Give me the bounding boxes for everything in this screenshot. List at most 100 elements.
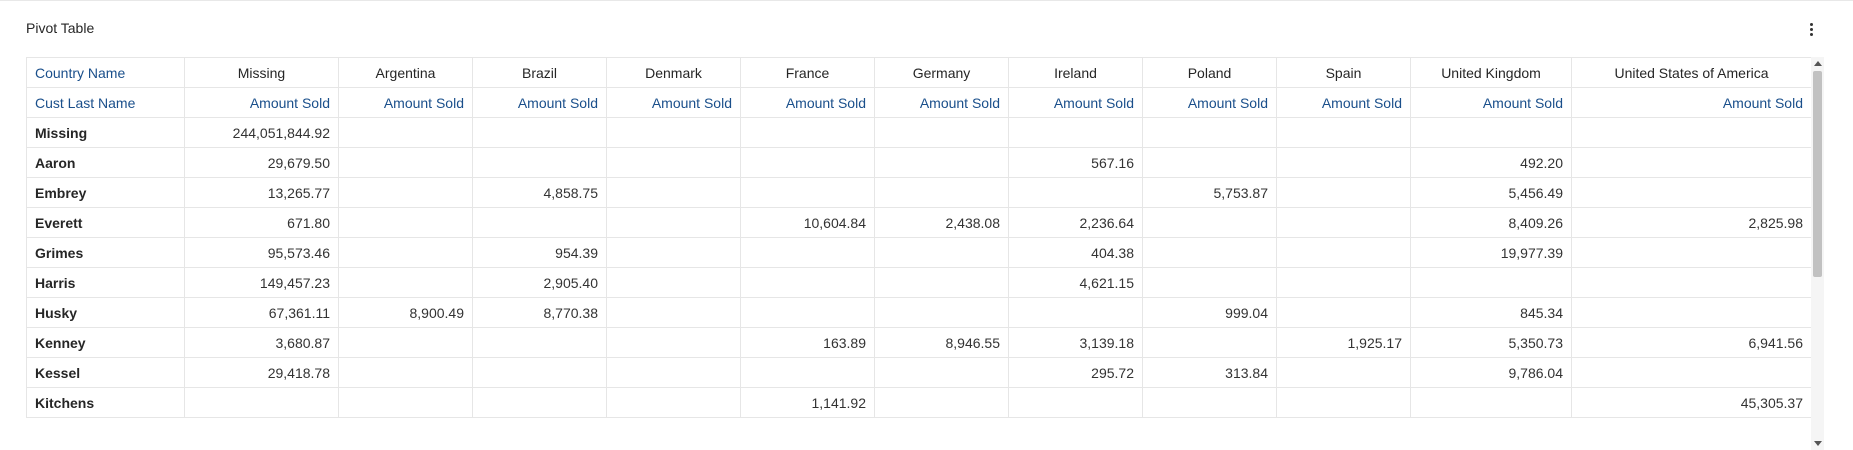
row-header[interactable]: Harris [26, 267, 185, 298]
pivot-table-viewport[interactable]: Country Name Missing Argentina Brazil Denma… [26, 57, 1811, 450]
country-header[interactable]: Denmark [606, 57, 741, 88]
value-cell[interactable] [740, 237, 875, 268]
value-cell[interactable]: 671.80 [184, 207, 339, 238]
value-cell[interactable]: 29,418.78 [184, 357, 339, 388]
value-cell[interactable]: 95,573.46 [184, 237, 339, 268]
vertical-scrollbar[interactable] [1811, 57, 1824, 450]
value-cell[interactable] [606, 147, 741, 178]
value-cell[interactable]: 2,438.08 [874, 207, 1009, 238]
value-cell[interactable] [1571, 177, 1811, 208]
value-cell[interactable] [740, 147, 875, 178]
value-cell[interactable] [338, 207, 473, 238]
value-cell[interactable] [472, 147, 607, 178]
value-cell[interactable] [1008, 117, 1143, 148]
value-cell[interactable] [1571, 357, 1811, 388]
value-cell[interactable] [740, 297, 875, 328]
value-cell[interactable] [1276, 267, 1411, 298]
value-cell[interactable] [1571, 117, 1811, 148]
value-cell[interactable] [874, 117, 1009, 148]
value-cell[interactable] [338, 327, 473, 358]
value-cell[interactable] [1142, 147, 1277, 178]
value-cell[interactable]: 19,977.39 [1410, 237, 1572, 268]
value-cell[interactable] [184, 387, 339, 418]
value-cell[interactable]: 9,786.04 [1410, 357, 1572, 388]
value-cell[interactable] [1276, 237, 1411, 268]
value-cell[interactable] [740, 117, 875, 148]
value-cell[interactable]: 10,604.84 [740, 207, 875, 238]
value-cell[interactable] [472, 327, 607, 358]
value-cell[interactable]: 4,621.15 [1008, 267, 1143, 298]
value-cell[interactable]: 295.72 [1008, 357, 1143, 388]
value-cell[interactable]: 29,679.50 [184, 147, 339, 178]
value-cell[interactable]: 244,051,844.92 [184, 117, 339, 148]
measure-header[interactable]: Amount Sold [740, 87, 875, 118]
value-cell[interactable]: 149,457.23 [184, 267, 339, 298]
value-cell[interactable] [606, 117, 741, 148]
value-cell[interactable] [338, 147, 473, 178]
value-cell[interactable] [606, 267, 741, 298]
value-cell[interactable]: 2,825.98 [1571, 207, 1811, 238]
value-cell[interactable] [606, 297, 741, 328]
value-cell[interactable]: 999.04 [1142, 297, 1277, 328]
value-cell[interactable]: 5,753.87 [1142, 177, 1277, 208]
value-cell[interactable] [338, 117, 473, 148]
value-cell[interactable]: 845.34 [1410, 297, 1572, 328]
value-cell[interactable] [1142, 387, 1277, 418]
value-cell[interactable] [606, 237, 741, 268]
value-cell[interactable] [472, 387, 607, 418]
value-cell[interactable] [606, 387, 741, 418]
row-header[interactable]: Kessel [26, 357, 185, 388]
value-cell[interactable] [1276, 357, 1411, 388]
value-cell[interactable] [606, 327, 741, 358]
value-cell[interactable]: 1,141.92 [740, 387, 875, 418]
value-cell[interactable] [606, 177, 741, 208]
value-cell[interactable] [1410, 387, 1572, 418]
value-cell[interactable] [1571, 297, 1811, 328]
value-cell[interactable] [338, 267, 473, 298]
scroll-down-arrow-icon[interactable] [1814, 441, 1822, 446]
value-cell[interactable] [1276, 117, 1411, 148]
value-cell[interactable] [740, 267, 875, 298]
scroll-thumb[interactable] [1813, 71, 1822, 277]
value-cell[interactable] [1142, 117, 1277, 148]
row-header[interactable]: Grimes [26, 237, 185, 268]
value-cell[interactable]: 2,236.64 [1008, 207, 1143, 238]
value-cell[interactable] [1276, 207, 1411, 238]
measure-header[interactable]: Amount Sold [1571, 87, 1811, 118]
value-cell[interactable] [1571, 147, 1811, 178]
value-cell[interactable]: 8,770.38 [472, 297, 607, 328]
value-cell[interactable] [1276, 297, 1411, 328]
measure-header[interactable]: Amount Sold [1142, 87, 1277, 118]
value-cell[interactable] [1410, 117, 1572, 148]
value-cell[interactable] [874, 297, 1009, 328]
value-cell[interactable] [1142, 327, 1277, 358]
measure-header[interactable]: Amount Sold [874, 87, 1009, 118]
row-header[interactable]: Kitchens [26, 387, 185, 418]
value-cell[interactable]: 8,946.55 [874, 327, 1009, 358]
value-cell[interactable] [338, 387, 473, 418]
measure-header[interactable]: Amount Sold [606, 87, 741, 118]
value-cell[interactable] [1571, 267, 1811, 298]
value-cell[interactable]: 3,680.87 [184, 327, 339, 358]
value-cell[interactable]: 313.84 [1142, 357, 1277, 388]
value-cell[interactable] [606, 207, 741, 238]
value-cell[interactable]: 8,409.26 [1410, 207, 1572, 238]
value-cell[interactable]: 3,139.18 [1008, 327, 1143, 358]
measure-header[interactable]: Amount Sold [1008, 87, 1143, 118]
value-cell[interactable] [874, 177, 1009, 208]
value-cell[interactable] [1142, 207, 1277, 238]
column-axis-label[interactable]: Country Name [26, 57, 185, 88]
value-cell[interactable] [472, 357, 607, 388]
value-cell[interactable] [338, 237, 473, 268]
kebab-menu-icon[interactable] [1805, 19, 1817, 39]
value-cell[interactable] [874, 237, 1009, 268]
value-cell[interactable]: 6,941.56 [1571, 327, 1811, 358]
row-header[interactable]: Missing [26, 117, 185, 148]
value-cell[interactable] [874, 267, 1009, 298]
value-cell[interactable]: 4,858.75 [472, 177, 607, 208]
value-cell[interactable]: 2,905.40 [472, 267, 607, 298]
scroll-up-arrow-icon[interactable] [1814, 61, 1822, 66]
country-header[interactable]: Missing [184, 57, 339, 88]
value-cell[interactable] [740, 177, 875, 208]
value-cell[interactable]: 163.89 [740, 327, 875, 358]
